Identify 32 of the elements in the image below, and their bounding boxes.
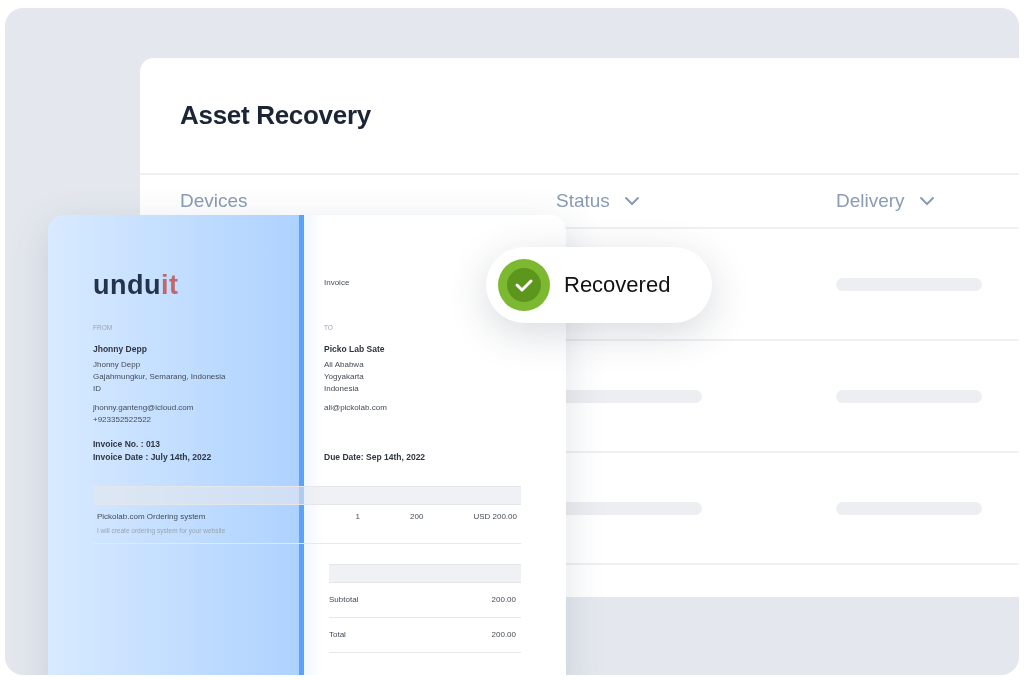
- due-date: Due Date: Sep 14th, 2022: [324, 451, 427, 464]
- contact-line: +923352522522: [93, 414, 153, 426]
- status-label: Recovered: [564, 272, 671, 298]
- item-title: Pickolab.com Ordering system: [97, 511, 207, 523]
- chevron-down-icon[interactable]: [918, 196, 935, 206]
- chevron-down-icon[interactable]: [623, 196, 640, 206]
- total-value: 200.00: [491, 629, 516, 641]
- invoice-meta: Invoice No. : 013: [93, 438, 162, 451]
- page-title: Asset Recovery: [180, 100, 372, 131]
- contact-line: ali@pickolab.com: [324, 402, 388, 414]
- logo: unduit: [93, 271, 179, 299]
- column-header[interactable]: Delivery: [836, 190, 905, 212]
- check-circle-icon: [498, 259, 550, 311]
- invoice-meta: Invoice Date : July 14th, 2022: [93, 451, 213, 464]
- party-name: Jhonny Depp: [93, 343, 148, 356]
- address-line: ID: [93, 383, 102, 395]
- address-line: Indonesia: [324, 383, 360, 395]
- address-line: Yogyakarta: [324, 371, 365, 383]
- address-line: Jhonny Depp: [93, 359, 142, 371]
- column-header: Devices: [180, 190, 248, 212]
- total-label: Subtotal: [329, 594, 359, 606]
- contact-line: jhonny.ganteng@icloud.com: [93, 402, 195, 414]
- total-value: 200.00: [491, 594, 516, 606]
- column-header[interactable]: Status: [556, 190, 610, 212]
- address-line: Gajahmungkur, Semarang, Indonesia: [93, 371, 227, 383]
- item-price: 200: [410, 511, 424, 523]
- invoice-heading: Invoice: [324, 277, 351, 289]
- item-amount: USD 200.00: [473, 511, 517, 523]
- address-line: Ali Ababwa: [324, 359, 365, 371]
- item-quantity: 1: [355, 511, 360, 523]
- total-label: Total: [329, 629, 346, 641]
- party-name: Picko Lab Sate: [324, 343, 386, 356]
